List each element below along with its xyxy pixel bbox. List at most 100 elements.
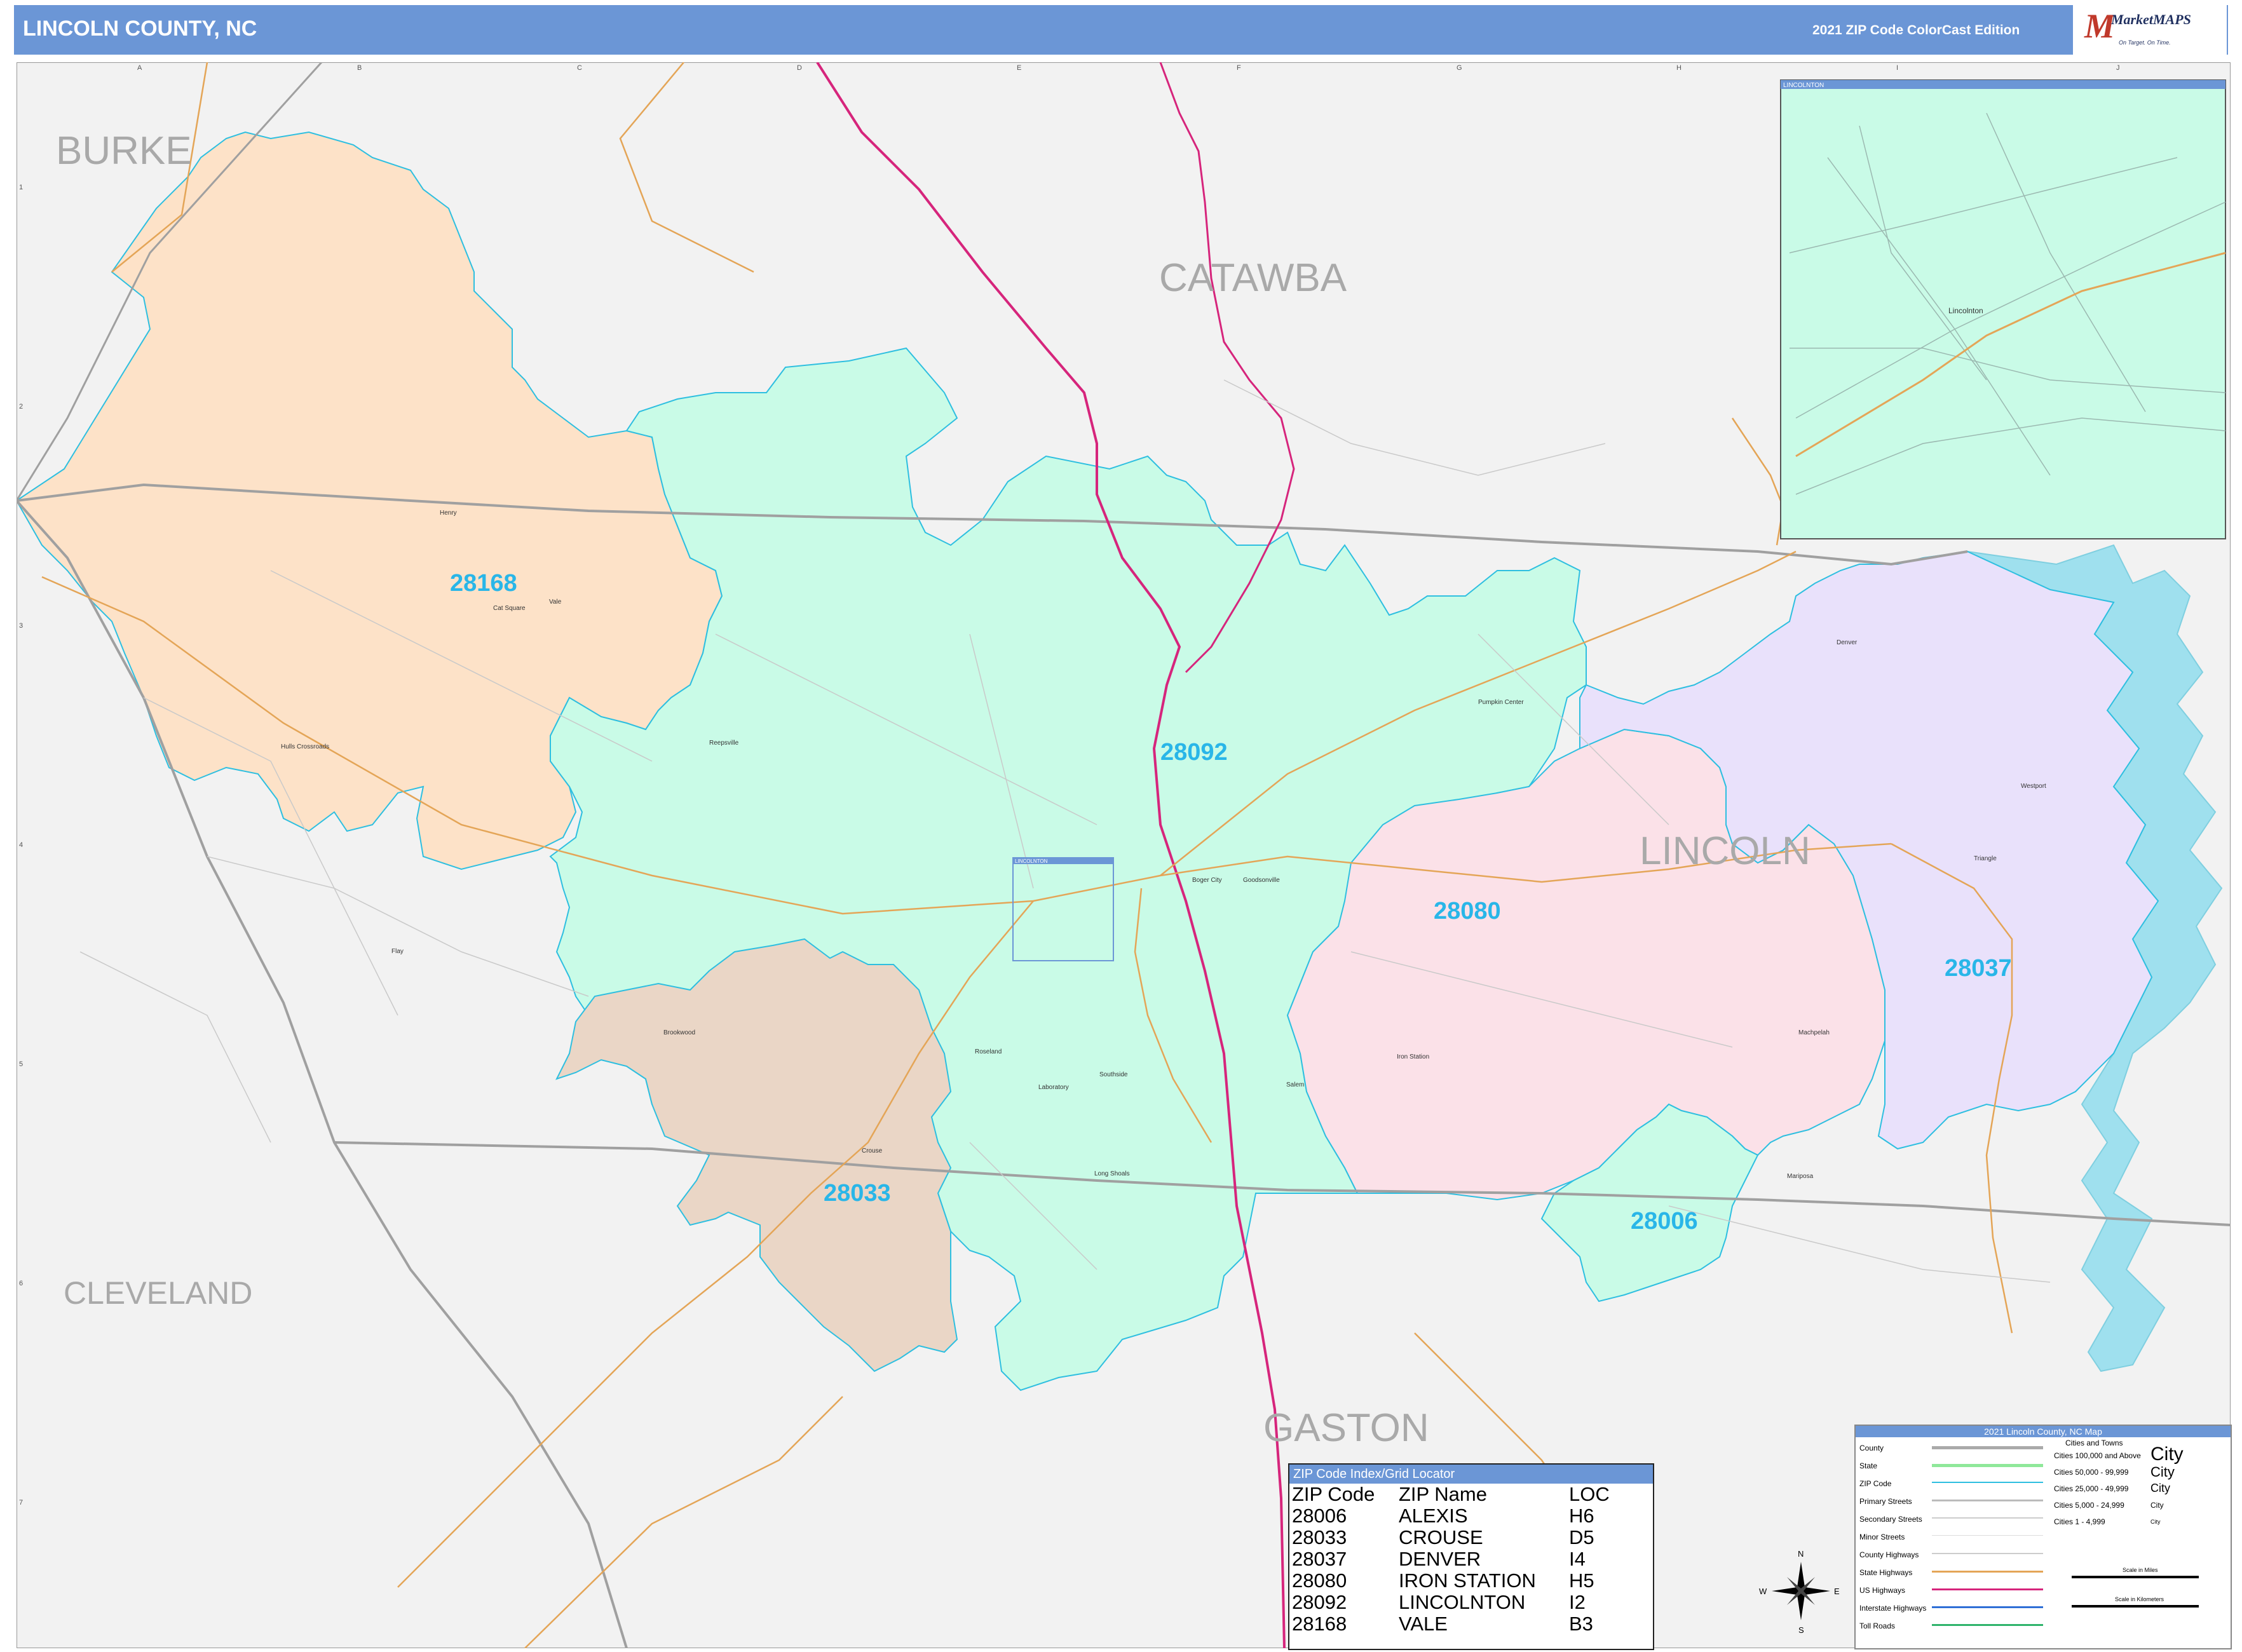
town-brookwood: Brookwood [663, 1029, 695, 1036]
zip-index-title: ZIP Code Index/Grid Locator [1289, 1465, 1653, 1484]
legend-zip: ZIP Code [1859, 1479, 1892, 1488]
town-crouse: Crouse [862, 1148, 883, 1154]
legend-city-sample-1: City [2150, 1444, 2184, 1465]
county-label-burke: BURKE [56, 129, 192, 173]
legend-state-hwy-line [1932, 1571, 2043, 1573]
market-maps-logo[interactable]: M MarketMAPS On Target. On Time. [2073, 5, 2227, 55]
town-iron-station: Iron Station [1397, 1053, 1429, 1060]
legend-city-sample-5: City [2150, 1519, 2161, 1525]
legend-city-tier-2: Cities 50,000 - 99,999 [2054, 1468, 2129, 1477]
zip-index-header-row: ZIP Code ZIP Name LOC [1289, 1484, 1653, 1505]
table-row: 28037 DENVER I4 [1289, 1548, 1653, 1570]
town-vale: Vale [549, 599, 562, 606]
town-southside: Southside [1099, 1071, 1128, 1078]
compass-w: W [1759, 1587, 1767, 1596]
grid-col-e: E [1017, 64, 1021, 72]
legend-minor: Minor Streets [1859, 1533, 1905, 1541]
town-westport: Westport [2021, 783, 2046, 790]
zip-code-cell: 28037 [1292, 1548, 1347, 1570]
zip-loc-cell: D5 [1569, 1526, 1594, 1548]
table-row: 28006 ALEXIS H6 [1289, 1505, 1653, 1527]
map-area[interactable]: A B C D E F G H I J 1 2 3 4 5 6 7 LINCOL… [15, 61, 2231, 1649]
compass-s: S [1798, 1625, 1804, 1635]
table-row: 28080 IRON STATION H5 [1289, 1570, 1653, 1592]
zip-name-cell: CROUSE [1399, 1526, 1483, 1548]
compass-e: E [1834, 1587, 1840, 1596]
grid-row-6: 6 [19, 1280, 23, 1287]
grid-col-j: J [2116, 64, 2120, 72]
grid-col-c: C [577, 64, 582, 72]
table-row: 28092 LINCOLNTON I2 [1289, 1592, 1653, 1613]
legend-interstate: Interstate Highways [1859, 1604, 1927, 1613]
zip-loc-cell: B3 [1569, 1613, 1593, 1635]
logo-mark-icon: M [2084, 7, 2116, 45]
zip-code-cell: 28092 [1292, 1591, 1347, 1613]
grid-row-2: 2 [19, 403, 23, 410]
legend-city-sample-4: City [2150, 1501, 2164, 1510]
legend-primary-line [1932, 1500, 2043, 1501]
legend-zip-line [1932, 1482, 2043, 1483]
grid-col-h: H [1676, 64, 1681, 72]
grid-row-1: 1 [19, 184, 23, 191]
legend-county-hwy: County Highways [1859, 1550, 1919, 1559]
legend-city-tier-3: Cities 25,000 - 49,999 [2054, 1484, 2129, 1493]
map-title: LINCOLN COUNTY, NC [23, 17, 257, 41]
map-header: LINCOLN COUNTY, NC 2021 ZIP Code ColorCa… [14, 5, 2228, 55]
zip-label-28037: 28037 [1945, 955, 2012, 982]
table-row: 28033 CROUSE D5 [1289, 1527, 1653, 1548]
legend-state-hwy: State Highways [1859, 1568, 1913, 1577]
county-label-cleveland: CLEVELAND [64, 1275, 252, 1311]
town-boger-city: Boger City [1192, 877, 1222, 884]
zip-loc-cell: I2 [1569, 1591, 1586, 1613]
col-zip-code: ZIP Code [1292, 1483, 1375, 1505]
town-reepsville: Reepsville [709, 740, 739, 747]
zip-label-28168: 28168 [450, 570, 517, 597]
town-machpelah: Machpelah [1798, 1029, 1830, 1036]
town-laboratory: Laboratory [1038, 1084, 1069, 1091]
legend-primary: Primary Streets [1859, 1497, 1912, 1506]
town-salem: Salem [1286, 1081, 1304, 1088]
zip-label-28080: 28080 [1434, 898, 1501, 924]
legend-scale-km-bar [2072, 1605, 2199, 1608]
town-roseland: Roseland [975, 1048, 1002, 1055]
legend-interstate-line [1932, 1606, 2043, 1608]
zip-loc-cell: H6 [1569, 1505, 1594, 1527]
map-canvas[interactable]: A B C D E F G H I J 1 2 3 4 5 6 7 LINCOL… [15, 61, 2231, 1649]
legend-scale-miles: Scale in Miles [2123, 1567, 2158, 1573]
legend-title: 2021 Lincoln County, NC Map [1856, 1426, 2231, 1437]
legend-city-tier-1: Cities 100,000 and Above [2054, 1451, 2141, 1460]
legend-us-hwy-line [1932, 1588, 2043, 1590]
grid-col-i: I [1896, 64, 1898, 72]
inset-map[interactable]: LINCOLNTON Lincolnton [1780, 79, 2226, 539]
legend-city-tier-4: Cities 5,000 - 24,999 [2054, 1501, 2124, 1510]
grid-col-b: B [357, 64, 362, 72]
town-cat-square: Cat Square [493, 605, 526, 612]
col-loc: LOC [1569, 1483, 1610, 1505]
town-henry: Henry [440, 510, 457, 517]
legend-city-sample-3: City [2150, 1482, 2170, 1494]
zip-code-cell: 28168 [1292, 1613, 1347, 1635]
grid-col-d: D [797, 64, 802, 72]
inset-title: LINCOLNTON [1783, 82, 1824, 89]
zip-label-28092: 28092 [1160, 739, 1228, 766]
town-denver: Denver [1837, 639, 1858, 646]
legend-secondary: Secondary Streets [1859, 1515, 1922, 1524]
zip-name-cell: VALE [1399, 1613, 1448, 1635]
zip-loc-cell: H5 [1569, 1569, 1594, 1592]
legend-minor-line [1932, 1535, 2043, 1536]
town-hulls-crossroads: Hulls Crossroads [281, 743, 329, 750]
zip-code-cell: 28033 [1292, 1526, 1347, 1548]
legend-state: State [1859, 1461, 1878, 1470]
legend-county-line [1932, 1446, 2043, 1449]
zip-name-cell: IRON STATION [1399, 1569, 1536, 1592]
legend-state-line [1932, 1464, 2043, 1467]
legend-toll: Toll Roads [1859, 1622, 1896, 1630]
county-label-gaston: GASTON [1263, 1406, 1429, 1450]
county-label-lincoln: LINCOLN [1640, 829, 1811, 873]
locator-label: LINCOLNTON [1015, 858, 1048, 864]
legend-toll-line [1932, 1624, 2043, 1626]
zip-label-28006: 28006 [1631, 1208, 1698, 1235]
town-pumpkin-center: Pumpkin Center [1478, 699, 1524, 706]
town-mariposa: Mariposa [1787, 1173, 1814, 1180]
zip-name-cell: DENVER [1399, 1548, 1481, 1570]
